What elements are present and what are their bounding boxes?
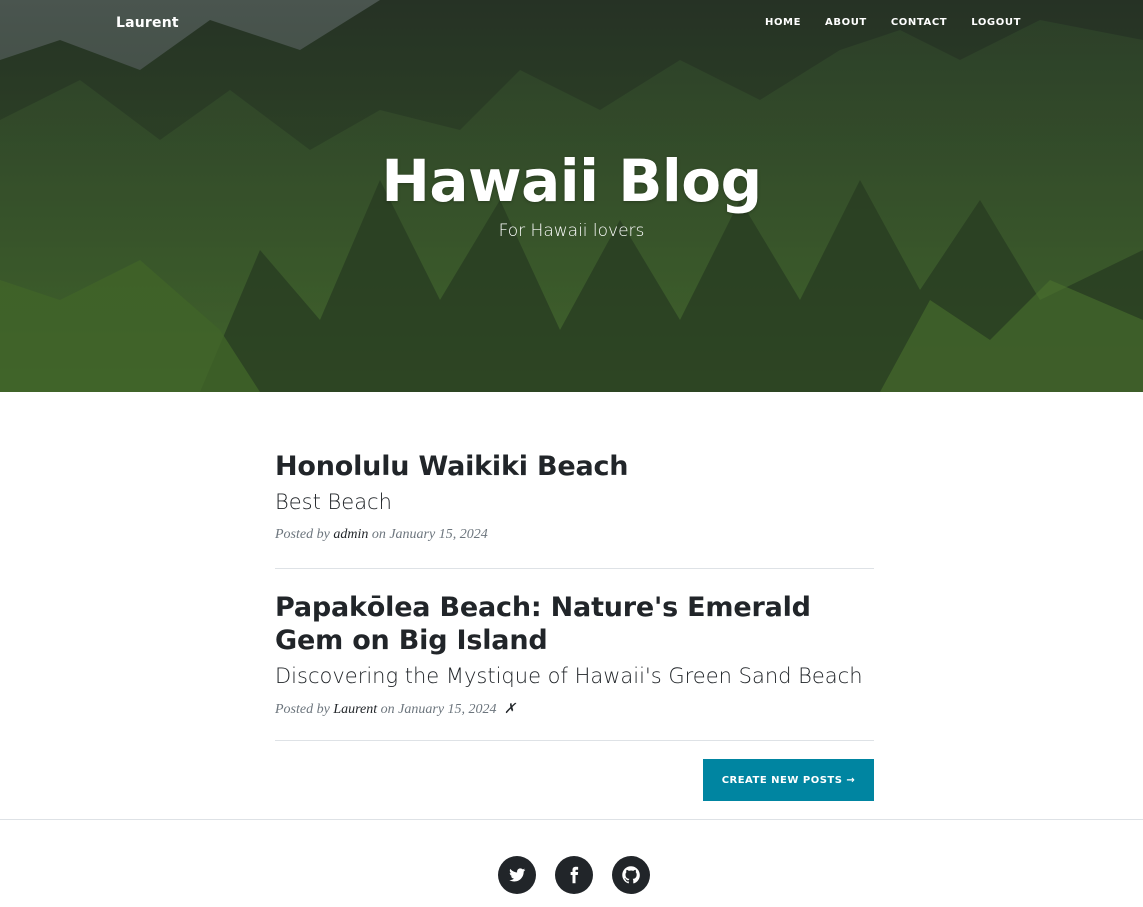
nav-about-link[interactable]: ABOUT: [813, 17, 879, 28]
nav-home-link[interactable]: HOME: [753, 17, 813, 28]
post-meta: Posted by admin on January 15, 2024: [275, 527, 874, 543]
on-label: on: [380, 702, 395, 717]
twitter-icon[interactable]: [498, 856, 536, 894]
post-title-link[interactable]: Honolulu Waikiki Beach: [275, 450, 874, 483]
brand-link[interactable]: Laurent: [116, 15, 179, 31]
create-new-post-button[interactable]: CREATE NEW POSTS →: [703, 759, 874, 801]
post-subtitle[interactable]: Best Beach: [275, 487, 874, 517]
delete-post-icon[interactable]: ✗: [504, 702, 516, 717]
posted-by-label: Posted by: [275, 527, 330, 542]
nav-links: HOME ABOUT CONTACT LOGOUT: [753, 17, 1021, 28]
post-author-link[interactable]: Laurent: [333, 702, 377, 717]
github-icon[interactable]: [612, 856, 650, 894]
post-preview: Honolulu Waikiki Beach Best Beach Posted…: [275, 392, 874, 569]
masthead: Laurent HOME ABOUT CONTACT LOGOUT Hawaii…: [0, 0, 1143, 392]
social-links: [498, 856, 650, 894]
on-label: on: [371, 527, 386, 542]
site-heading: Hawaii Blog For Hawaii lovers: [0, 143, 1143, 241]
footer-divider: [0, 819, 1143, 820]
post-title-link[interactable]: Papakōlea Beach: Nature's Emerald Gem on…: [275, 591, 874, 657]
post-date: January 15, 2024: [389, 527, 488, 542]
nav-logout-link[interactable]: LOGOUT: [959, 17, 1021, 28]
site-title: Hawaii Blog: [381, 147, 762, 215]
post-preview: Papakōlea Beach: Nature's Emerald Gem on…: [275, 569, 874, 741]
facebook-icon[interactable]: [555, 856, 593, 894]
posted-by-label: Posted by: [275, 702, 330, 717]
nav-contact-link[interactable]: CONTACT: [879, 17, 959, 28]
post-date: January 15, 2024: [398, 702, 497, 717]
post-author-link[interactable]: admin: [333, 527, 368, 542]
navbar: Laurent HOME ABOUT CONTACT LOGOUT: [0, 0, 1143, 48]
post-meta: Posted by Laurent on January 15, 2024 ✗: [275, 701, 874, 718]
post-list: Honolulu Waikiki Beach Best Beach Posted…: [275, 392, 874, 741]
post-subtitle[interactable]: Discovering the Mystique of Hawaii's Gre…: [275, 661, 874, 691]
site-subtitle: For Hawaii lovers: [498, 221, 645, 241]
